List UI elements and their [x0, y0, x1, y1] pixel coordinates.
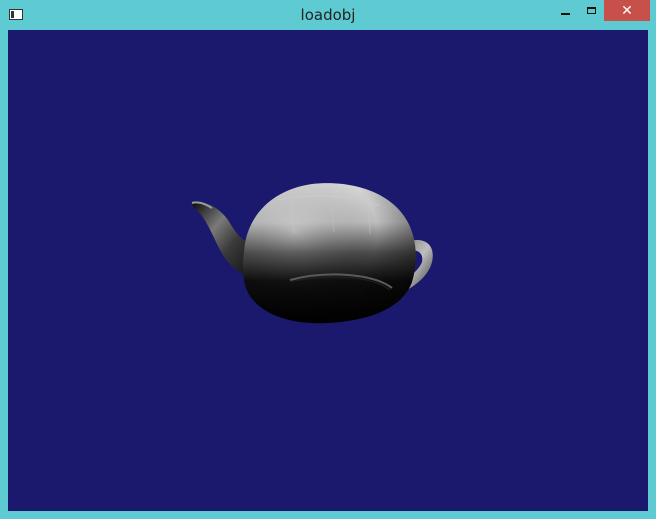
maximize-icon	[587, 7, 596, 14]
title-bar[interactable]: loadobj ✕	[0, 0, 656, 30]
app-window: loadobj ✕	[0, 0, 656, 519]
minimize-icon	[560, 12, 570, 15]
minimize-button[interactable]	[552, 0, 578, 21]
close-button[interactable]: ✕	[604, 0, 650, 21]
maximize-button[interactable]	[578, 0, 605, 21]
render-viewport[interactable]	[8, 30, 648, 511]
teapot-render	[191, 183, 433, 324]
close-icon: ✕	[621, 2, 633, 19]
